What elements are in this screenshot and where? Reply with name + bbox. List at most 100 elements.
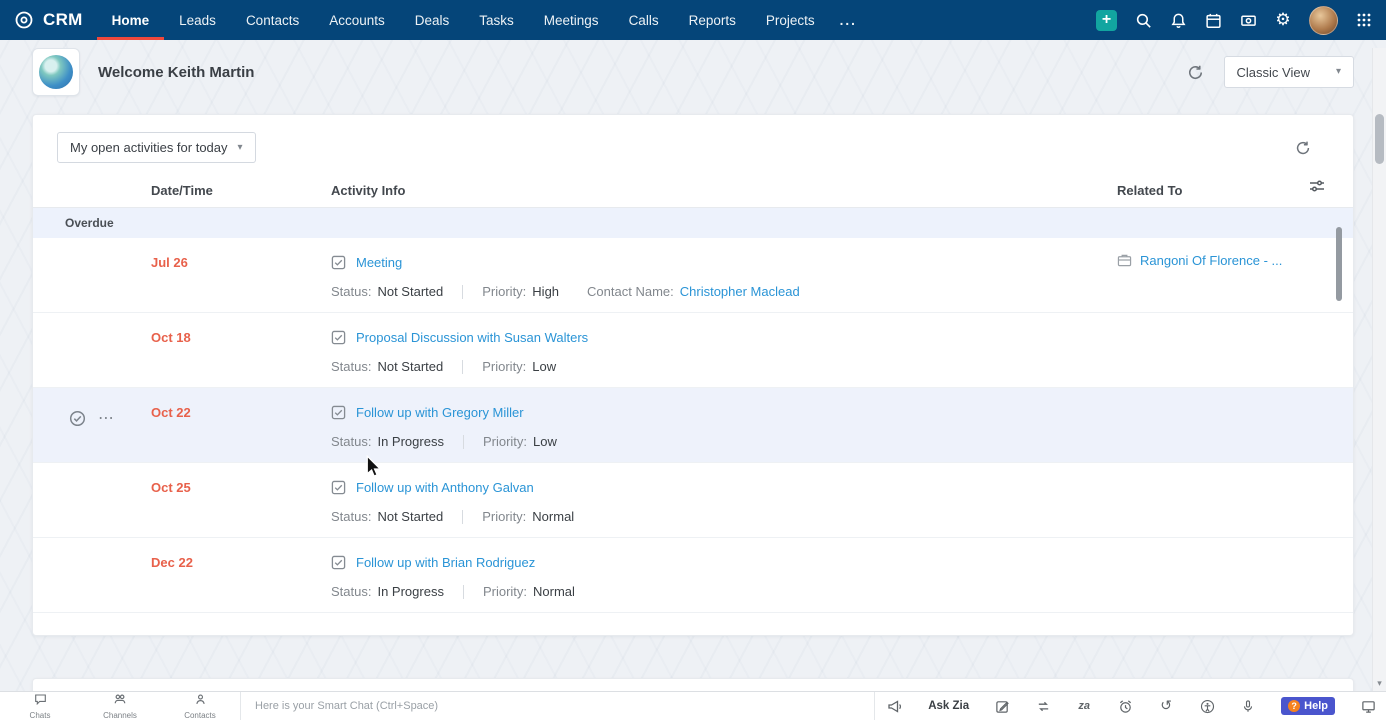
nav-item-deals[interactable]: Deals [400, 0, 465, 40]
row-gutter [33, 538, 151, 582]
payments-icon[interactable] [1239, 11, 1257, 29]
activity-row[interactable]: Oct 25 Follow up with Anthony Galvan Sta… [33, 463, 1353, 538]
activity-row[interactable]: ⋯ Oct 22 Follow up with Gregory Miller S… [33, 388, 1353, 463]
status-label: Status: [331, 359, 371, 374]
activity-row[interactable]: Dec 22 Follow up with Brian Rodriguez St… [33, 538, 1353, 613]
quick-create-button[interactable]: + [1096, 10, 1117, 31]
chevron-down-icon: ▾ [1336, 67, 1341, 77]
column-header-datetime: Date/Time [151, 183, 331, 198]
app-grid-icon[interactable] [1355, 11, 1373, 29]
help-button[interactable]: ? Help [1281, 697, 1335, 715]
mark-complete-icon[interactable] [69, 410, 86, 427]
open-activities-card: My open activities for today ▾ Date/Time… [32, 114, 1354, 636]
user-avatar[interactable] [1309, 6, 1338, 35]
row-gutter [33, 463, 151, 507]
activity-title-link[interactable]: Follow up with Gregory Miller [356, 405, 524, 420]
divider [462, 285, 463, 299]
page-scrollbar-thumb[interactable] [1375, 114, 1384, 164]
nav-more-button[interactable]: ... [830, 0, 867, 40]
scrollbar-down-arrow[interactable]: ▾ [1374, 678, 1385, 689]
group-band-overdue: Overdue [33, 208, 1353, 238]
task-checkbox-icon[interactable] [331, 555, 346, 570]
status-label: Status: [331, 434, 371, 449]
reminder-alarm-icon[interactable] [1117, 698, 1133, 714]
compose-note-icon[interactable] [994, 698, 1010, 714]
nav-item-tasks[interactable]: Tasks [464, 0, 529, 40]
activity-title-link[interactable]: Follow up with Anthony Galvan [356, 480, 534, 495]
view-selector-button[interactable]: Classic View ▾ [1224, 56, 1354, 88]
announcement-megaphone-icon[interactable] [887, 698, 903, 714]
microphone-icon[interactable] [1240, 698, 1256, 714]
activity-date: Oct 18 [151, 313, 331, 387]
nav-item-home[interactable]: Home [97, 0, 165, 40]
notifications-bell-icon[interactable] [1169, 11, 1187, 29]
smart-chat-input[interactable] [241, 692, 874, 720]
chats-icon [34, 692, 47, 710]
nav-item-projects[interactable]: Projects [751, 0, 830, 40]
refresh-page-button[interactable] [1184, 60, 1208, 84]
globe-icon [39, 55, 73, 89]
divider [462, 360, 463, 374]
nav-item-calls[interactable]: Calls [614, 0, 674, 40]
activity-title-link[interactable]: Meeting [356, 255, 402, 270]
zoho-logo-icon [14, 10, 34, 30]
status-value: In Progress [377, 434, 443, 449]
activities-filter-label: My open activities for today [70, 140, 228, 155]
activities-filter-dropdown[interactable]: My open activities for today ▾ [57, 132, 256, 163]
chevron-down-icon: ▾ [238, 143, 243, 153]
contacts-tab[interactable]: Contacts [160, 692, 240, 720]
row-more-actions-icon[interactable]: ⋯ [98, 410, 114, 426]
card-scrollbar-thumb[interactable] [1336, 227, 1342, 301]
status-label: Status: [331, 584, 371, 599]
status-value: In Progress [377, 584, 443, 599]
channels-icon [113, 692, 127, 710]
chats-tab[interactable]: Chats [0, 692, 80, 720]
page-header: Welcome Keith Martin Classic View ▾ [0, 40, 1386, 104]
question-mark-icon: ? [1288, 700, 1300, 712]
activity-title-link[interactable]: Follow up with Brian Rodriguez [356, 555, 535, 570]
activities-toolbar: My open activities for today ▾ [33, 115, 1353, 169]
brand-name: CRM [43, 10, 83, 30]
view-selector-label: Classic View [1237, 65, 1310, 80]
activities-table-header: Date/Time Activity Info Related To [33, 169, 1353, 208]
primary-nav: Home Leads Contacts Accounts Deals Tasks… [97, 0, 867, 40]
column-settings-icon[interactable] [1309, 179, 1325, 198]
nav-item-leads[interactable]: Leads [164, 0, 231, 40]
activity-row[interactable]: Oct 18 Proposal Discussion with Susan Wa… [33, 313, 1353, 388]
activity-date: Jul 26 [151, 238, 331, 312]
task-checkbox-icon[interactable] [331, 405, 346, 420]
zia-icon[interactable]: za [1076, 698, 1092, 714]
status-value: Not Started [377, 509, 443, 524]
activity-row[interactable]: Jul 26 Meeting Status: Not Started Prior… [33, 238, 1353, 313]
search-icon[interactable] [1134, 11, 1152, 29]
history-icon[interactable]: ↺ [1158, 698, 1174, 714]
settings-gear-icon[interactable]: ⚙ [1274, 11, 1292, 29]
contact-name-link[interactable]: Christopher Maclead [680, 284, 800, 299]
brand[interactable]: CRM [0, 0, 97, 40]
page-title: Welcome Keith Martin [98, 64, 254, 81]
zoho-crm-app: CRM Home Leads Contacts Accounts Deals T… [0, 0, 1386, 720]
status-value: Not Started [377, 359, 443, 374]
channels-tab[interactable]: Channels [80, 692, 160, 720]
refresh-activities-button[interactable] [1291, 136, 1329, 160]
priority-label: Priority: [482, 509, 526, 524]
divider [463, 585, 464, 599]
calendar-icon[interactable] [1204, 11, 1222, 29]
nav-item-reports[interactable]: Reports [674, 0, 751, 40]
chats-label: Chats [30, 711, 51, 720]
ask-zia-button[interactable]: Ask Zia [928, 700, 969, 712]
accessibility-icon[interactable] [1199, 698, 1215, 714]
nav-item-accounts[interactable]: Accounts [314, 0, 400, 40]
task-checkbox-icon[interactable] [331, 330, 346, 345]
activity-date: Oct 25 [151, 463, 331, 537]
nav-item-meetings[interactable]: Meetings [529, 0, 614, 40]
desktop-icon[interactable] [1360, 698, 1376, 714]
sync-arrows-icon[interactable] [1035, 698, 1051, 714]
task-checkbox-icon[interactable] [331, 255, 346, 270]
priority-value: High [532, 284, 559, 299]
contact-name-label: Contact Name: [587, 284, 674, 299]
related-to-link[interactable]: Rangoni Of Florence - ... [1140, 253, 1282, 268]
nav-item-contacts[interactable]: Contacts [231, 0, 314, 40]
activity-title-link[interactable]: Proposal Discussion with Susan Walters [356, 330, 588, 345]
task-checkbox-icon[interactable] [331, 480, 346, 495]
